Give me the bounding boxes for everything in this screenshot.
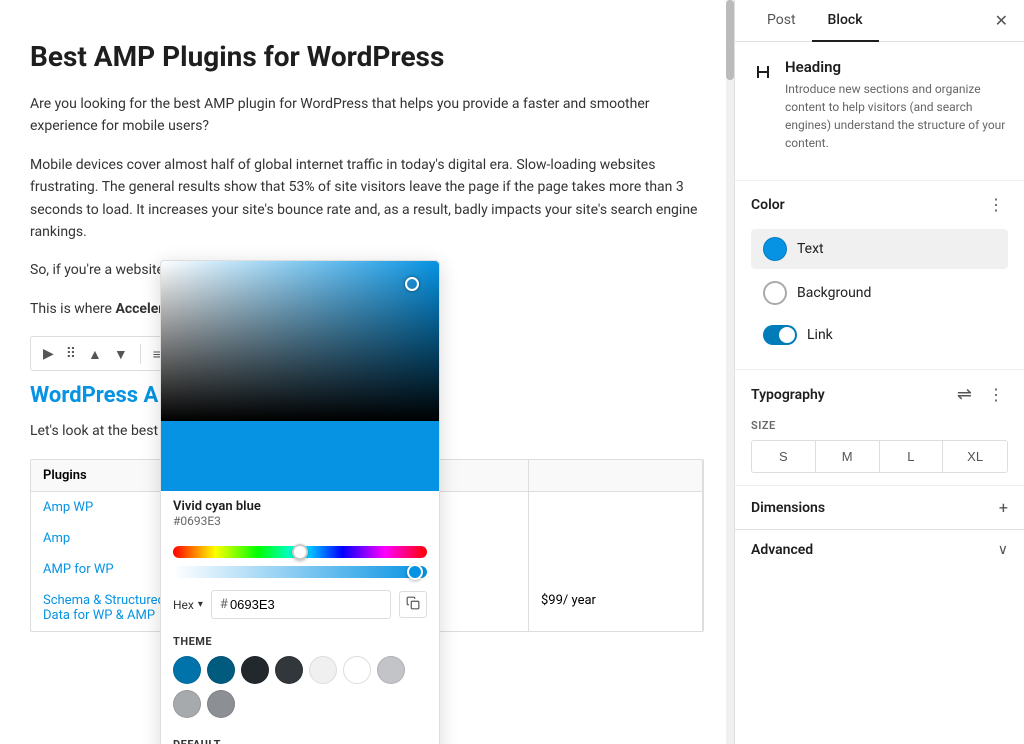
color-picker-overlay: Vivid cyan blue #0693E3 Hex ▾ # bbox=[160, 260, 440, 744]
opacity-handle[interactable] bbox=[407, 564, 423, 580]
toolbar-move-up[interactable]: ▲ bbox=[84, 342, 106, 366]
toolbar-block-type[interactable]: ▶ bbox=[39, 341, 58, 366]
hex-input-container: # bbox=[211, 590, 391, 619]
swatch-med-gray2[interactable] bbox=[173, 690, 201, 718]
block-text-info: Heading Introduce new sections and organ… bbox=[785, 58, 1008, 152]
typography-controls: ⇌ ⋮ bbox=[953, 382, 1008, 407]
hue-handle[interactable] bbox=[292, 544, 308, 560]
color-section-title: Color bbox=[751, 197, 785, 213]
color-section-header: Color ⋮ bbox=[735, 181, 1024, 229]
tab-post[interactable]: Post bbox=[751, 0, 812, 42]
table-link-schema[interactable]: Schema & Structured Data for WP & AMP bbox=[43, 593, 165, 623]
typography-size-area: SIZE S M L XL bbox=[735, 419, 1024, 485]
main-content: Best AMP Plugins for WordPress Are you l… bbox=[0, 0, 734, 744]
link-toggle[interactable] bbox=[763, 325, 797, 345]
table-link-ampwp[interactable]: Amp WP bbox=[43, 500, 93, 515]
typography-more-button[interactable]: ⋮ bbox=[984, 383, 1008, 407]
toolbar-divider bbox=[140, 344, 141, 364]
color-section: Color ⋮ Text Background Link bbox=[735, 181, 1024, 369]
swatch-dark-blue[interactable] bbox=[207, 656, 235, 684]
color-options-list: Text Background Link bbox=[735, 229, 1024, 369]
right-sidebar: Post Block ✕ Heading Introduce new secti… bbox=[734, 0, 1024, 744]
hex-format-select[interactable]: Hex ▾ bbox=[173, 598, 203, 612]
swatch-near-black[interactable] bbox=[241, 656, 269, 684]
color-option-text[interactable]: Text bbox=[751, 229, 1008, 269]
default-colors-section: DEFAULT bbox=[161, 730, 439, 744]
sliders-container bbox=[161, 536, 439, 582]
default-label: DEFAULT bbox=[173, 738, 427, 744]
swatch-name: Vivid cyan blue bbox=[173, 499, 427, 514]
table-cell bbox=[529, 554, 703, 585]
paragraph-1: Are you looking for the best AMP plugin … bbox=[30, 93, 704, 138]
color-gradient-picker[interactable] bbox=[161, 261, 439, 421]
block-info: Heading Introduce new sections and organ… bbox=[751, 58, 1008, 152]
typography-settings-button[interactable]: ⇌ bbox=[953, 382, 976, 407]
close-sidebar-button[interactable]: ✕ bbox=[991, 7, 1012, 35]
size-s-button[interactable]: S bbox=[752, 441, 816, 472]
theme-colors-section: THEME bbox=[161, 627, 439, 730]
table-header-plugins: Plugins bbox=[31, 460, 181, 491]
table-header-col4 bbox=[529, 460, 703, 491]
dimensions-expand-icon: + bbox=[999, 498, 1008, 517]
swatch-med-gray1[interactable] bbox=[377, 656, 405, 684]
link-toggle-knob bbox=[779, 327, 795, 343]
block-description: Introduce new sections and organize cont… bbox=[785, 80, 1008, 152]
link-color-label: Link bbox=[807, 327, 833, 343]
typography-section: Typography ⇌ ⋮ SIZE S M L XL bbox=[735, 369, 1024, 485]
table-cell bbox=[529, 492, 703, 523]
toolbar-drag[interactable]: ⠿ bbox=[62, 341, 80, 366]
sidebar-tabs: Post Block ✕ bbox=[735, 0, 1024, 42]
hex-hash: # bbox=[220, 597, 228, 612]
size-label: SIZE bbox=[751, 419, 1008, 432]
copy-hex-button[interactable] bbox=[399, 591, 427, 618]
swatch-hex-display: #0693E3 bbox=[173, 514, 427, 528]
opacity-slider[interactable] bbox=[173, 566, 427, 578]
color-option-link[interactable]: Link bbox=[751, 317, 1008, 353]
background-color-circle bbox=[763, 281, 787, 305]
toolbar-move-down[interactable]: ▼ bbox=[110, 342, 132, 366]
theme-label: THEME bbox=[173, 635, 427, 648]
size-m-button[interactable]: M bbox=[816, 441, 880, 472]
dimensions-title: Dimensions bbox=[751, 500, 825, 516]
table-cell bbox=[529, 523, 703, 554]
table-link-amp[interactable]: Amp bbox=[43, 531, 70, 546]
advanced-chevron-icon: ∨ bbox=[998, 542, 1008, 558]
color-swatch-preview bbox=[161, 421, 439, 491]
table-link-ampforwp[interactable]: AMP for WP bbox=[43, 562, 114, 577]
swatch-light-gray[interactable] bbox=[309, 656, 337, 684]
size-l-button[interactable]: L bbox=[880, 441, 944, 472]
gradient-handle[interactable] bbox=[405, 277, 419, 291]
swatch-info: Vivid cyan blue #0693E3 bbox=[161, 491, 439, 536]
advanced-section[interactable]: Advanced ∨ bbox=[735, 529, 1024, 570]
hue-slider[interactable] bbox=[173, 546, 427, 558]
background-color-label: Background bbox=[797, 285, 871, 301]
hex-input[interactable] bbox=[230, 597, 300, 612]
block-info-section: Heading Introduce new sections and organ… bbox=[735, 42, 1024, 181]
swatch-white[interactable] bbox=[343, 656, 371, 684]
table-price: $99/ year bbox=[529, 585, 703, 631]
text-color-label: Text bbox=[797, 241, 824, 257]
typography-title: Typography bbox=[751, 387, 825, 403]
scroll-track[interactable] bbox=[726, 0, 734, 744]
swatch-med-gray3[interactable] bbox=[207, 690, 235, 718]
scroll-thumb[interactable] bbox=[726, 0, 734, 80]
swatch-dark-gray[interactable] bbox=[275, 656, 303, 684]
content-heading-link[interactable]: WordPress A G bbox=[30, 383, 179, 408]
typography-section-header: Typography ⇌ ⋮ bbox=[735, 370, 1024, 419]
theme-swatches bbox=[173, 656, 427, 718]
block-title: Heading bbox=[785, 58, 1008, 76]
hex-row: Hex ▾ # bbox=[161, 582, 439, 627]
advanced-title: Advanced bbox=[751, 542, 813, 558]
color-more-button[interactable]: ⋮ bbox=[984, 193, 1008, 217]
paragraph-2: Mobile devices cover almost half of glob… bbox=[30, 154, 704, 244]
tab-block[interactable]: Block bbox=[812, 0, 879, 42]
size-xl-button[interactable]: XL bbox=[943, 441, 1007, 472]
page-title: Best AMP Plugins for WordPress bbox=[30, 40, 704, 73]
dimensions-section[interactable]: Dimensions + bbox=[735, 485, 1024, 529]
size-options-grid: S M L XL bbox=[751, 440, 1008, 473]
swatch-primary-blue[interactable] bbox=[173, 656, 201, 684]
color-option-background[interactable]: Background bbox=[751, 273, 1008, 313]
heading-block-icon bbox=[751, 60, 775, 84]
text-color-circle bbox=[763, 237, 787, 261]
